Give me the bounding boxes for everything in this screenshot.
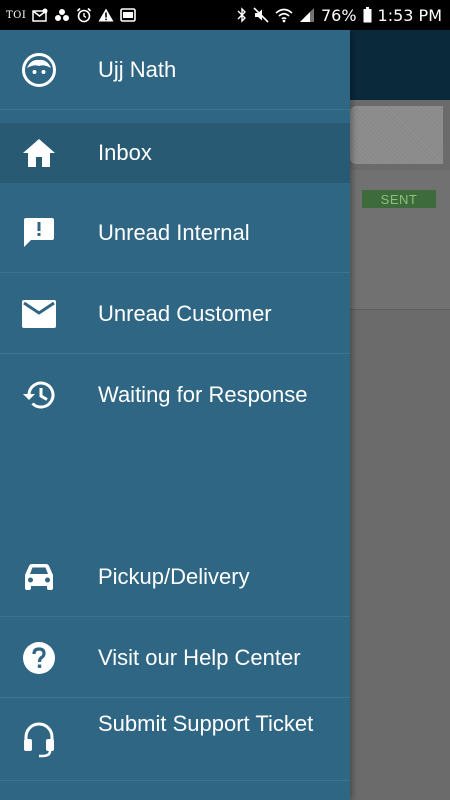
alarm-icon <box>76 7 92 23</box>
navigation-drawer: Ujj Nath Inbox Unread Internal Unread Cu… <box>0 30 350 800</box>
dots-icon <box>54 8 70 22</box>
drawer-item-label: Ujj Nath <box>98 56 177 82</box>
bluetooth-icon <box>237 7 247 23</box>
screen-icon <box>120 8 137 22</box>
drawer-item-help-center[interactable]: Visit our Help Center <box>0 618 350 698</box>
home-icon <box>21 135 57 171</box>
background-row-divider <box>350 309 450 310</box>
wifi-icon <box>275 7 293 23</box>
drawer-item-waiting-for-response[interactable]: Waiting for Response <box>0 355 350 435</box>
drawer-item-label: Inbox <box>98 140 152 165</box>
battery-percent: 76% <box>320 5 357 25</box>
message-alert-icon <box>21 215 57 251</box>
status-bar-left: TOI <box>6 7 137 23</box>
status-bar-right: 76% 1:53 PM <box>237 6 442 25</box>
warning-icon <box>98 8 114 22</box>
drawer-profile[interactable]: Ujj Nath <box>0 30 350 110</box>
mail-icon <box>21 296 57 332</box>
help-circle-icon <box>21 640 57 676</box>
drawer-item-label: Pickup/Delivery <box>98 563 250 589</box>
drawer-item-label: Submit Support Ticket <box>98 711 314 736</box>
drawer-item-pickup-delivery[interactable]: Pickup/Delivery <box>0 537 350 617</box>
car-icon <box>21 559 57 595</box>
history-icon <box>21 377 57 413</box>
user-face-icon <box>21 52 57 88</box>
signal-icon <box>299 7 315 23</box>
mute-icon <box>253 7 269 23</box>
drawer-item-submit-support-ticket[interactable]: Submit Support Ticket <box>0 699 350 781</box>
drawer-item-inbox[interactable]: Inbox <box>0 123 350 183</box>
headset-icon <box>21 722 57 758</box>
drawer-item-label: Unread Internal <box>98 219 250 245</box>
drawer-item-unread-customer[interactable]: Unread Customer <box>0 274 350 354</box>
drawer-item-label: Visit our Help Center <box>98 644 301 670</box>
sent-badge: SENT <box>362 190 436 208</box>
clock: 1:53 PM <box>377 5 442 25</box>
drawer-item-label: Waiting for Response <box>98 382 308 407</box>
mail-alert-icon <box>32 8 48 22</box>
background-search-field <box>350 106 443 164</box>
battery-icon <box>363 7 372 23</box>
drawer-item-label: Unread Customer <box>98 300 272 326</box>
toi-icon: TOI <box>6 9 27 21</box>
drawer-item-unread-internal[interactable]: Unread Internal <box>0 193 350 273</box>
status-bar: TOI 76% 1:53 PM <box>0 0 450 30</box>
